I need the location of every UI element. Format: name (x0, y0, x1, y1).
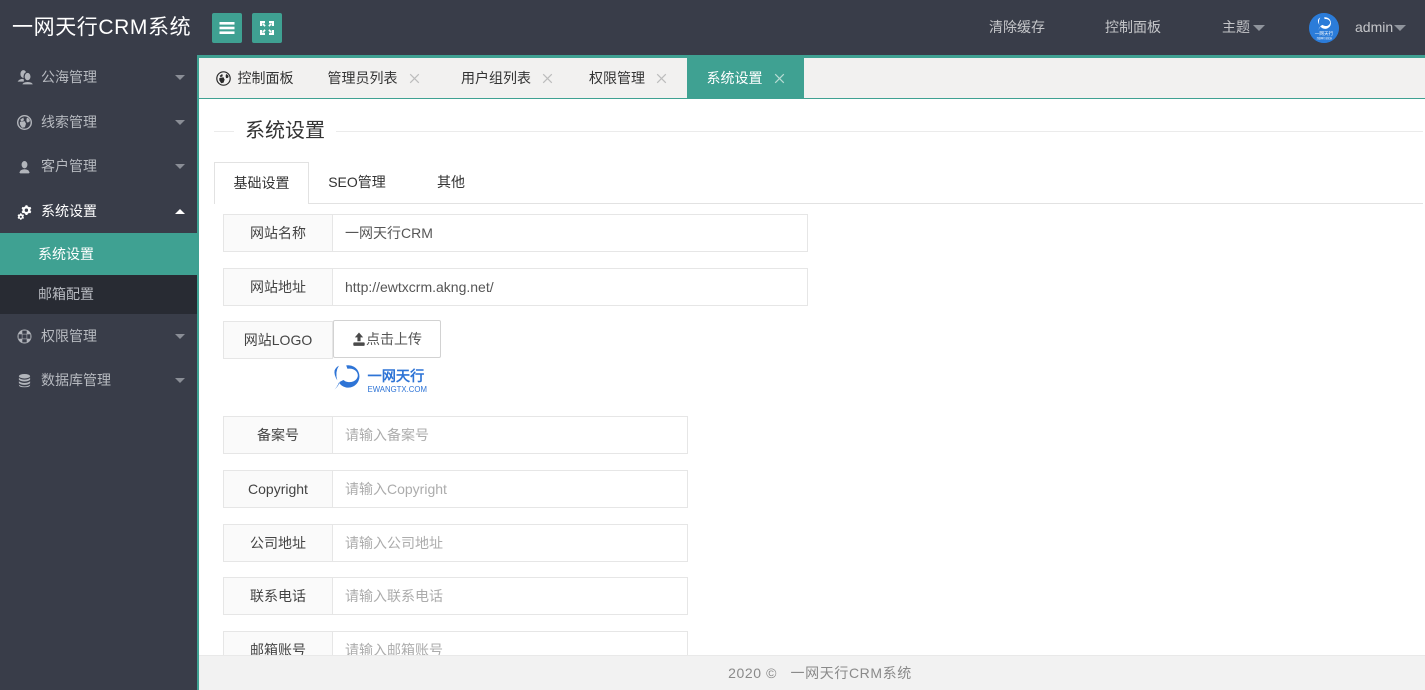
svg-text:互联网行业优选: 互联网行业优选 (1316, 36, 1332, 40)
svg-text:一网天行: 一网天行 (1315, 30, 1334, 37)
svg-text:EWANGTX.COM: EWANGTX.COM (368, 385, 428, 393)
svg-text:一网天行: 一网天行 (368, 368, 425, 385)
